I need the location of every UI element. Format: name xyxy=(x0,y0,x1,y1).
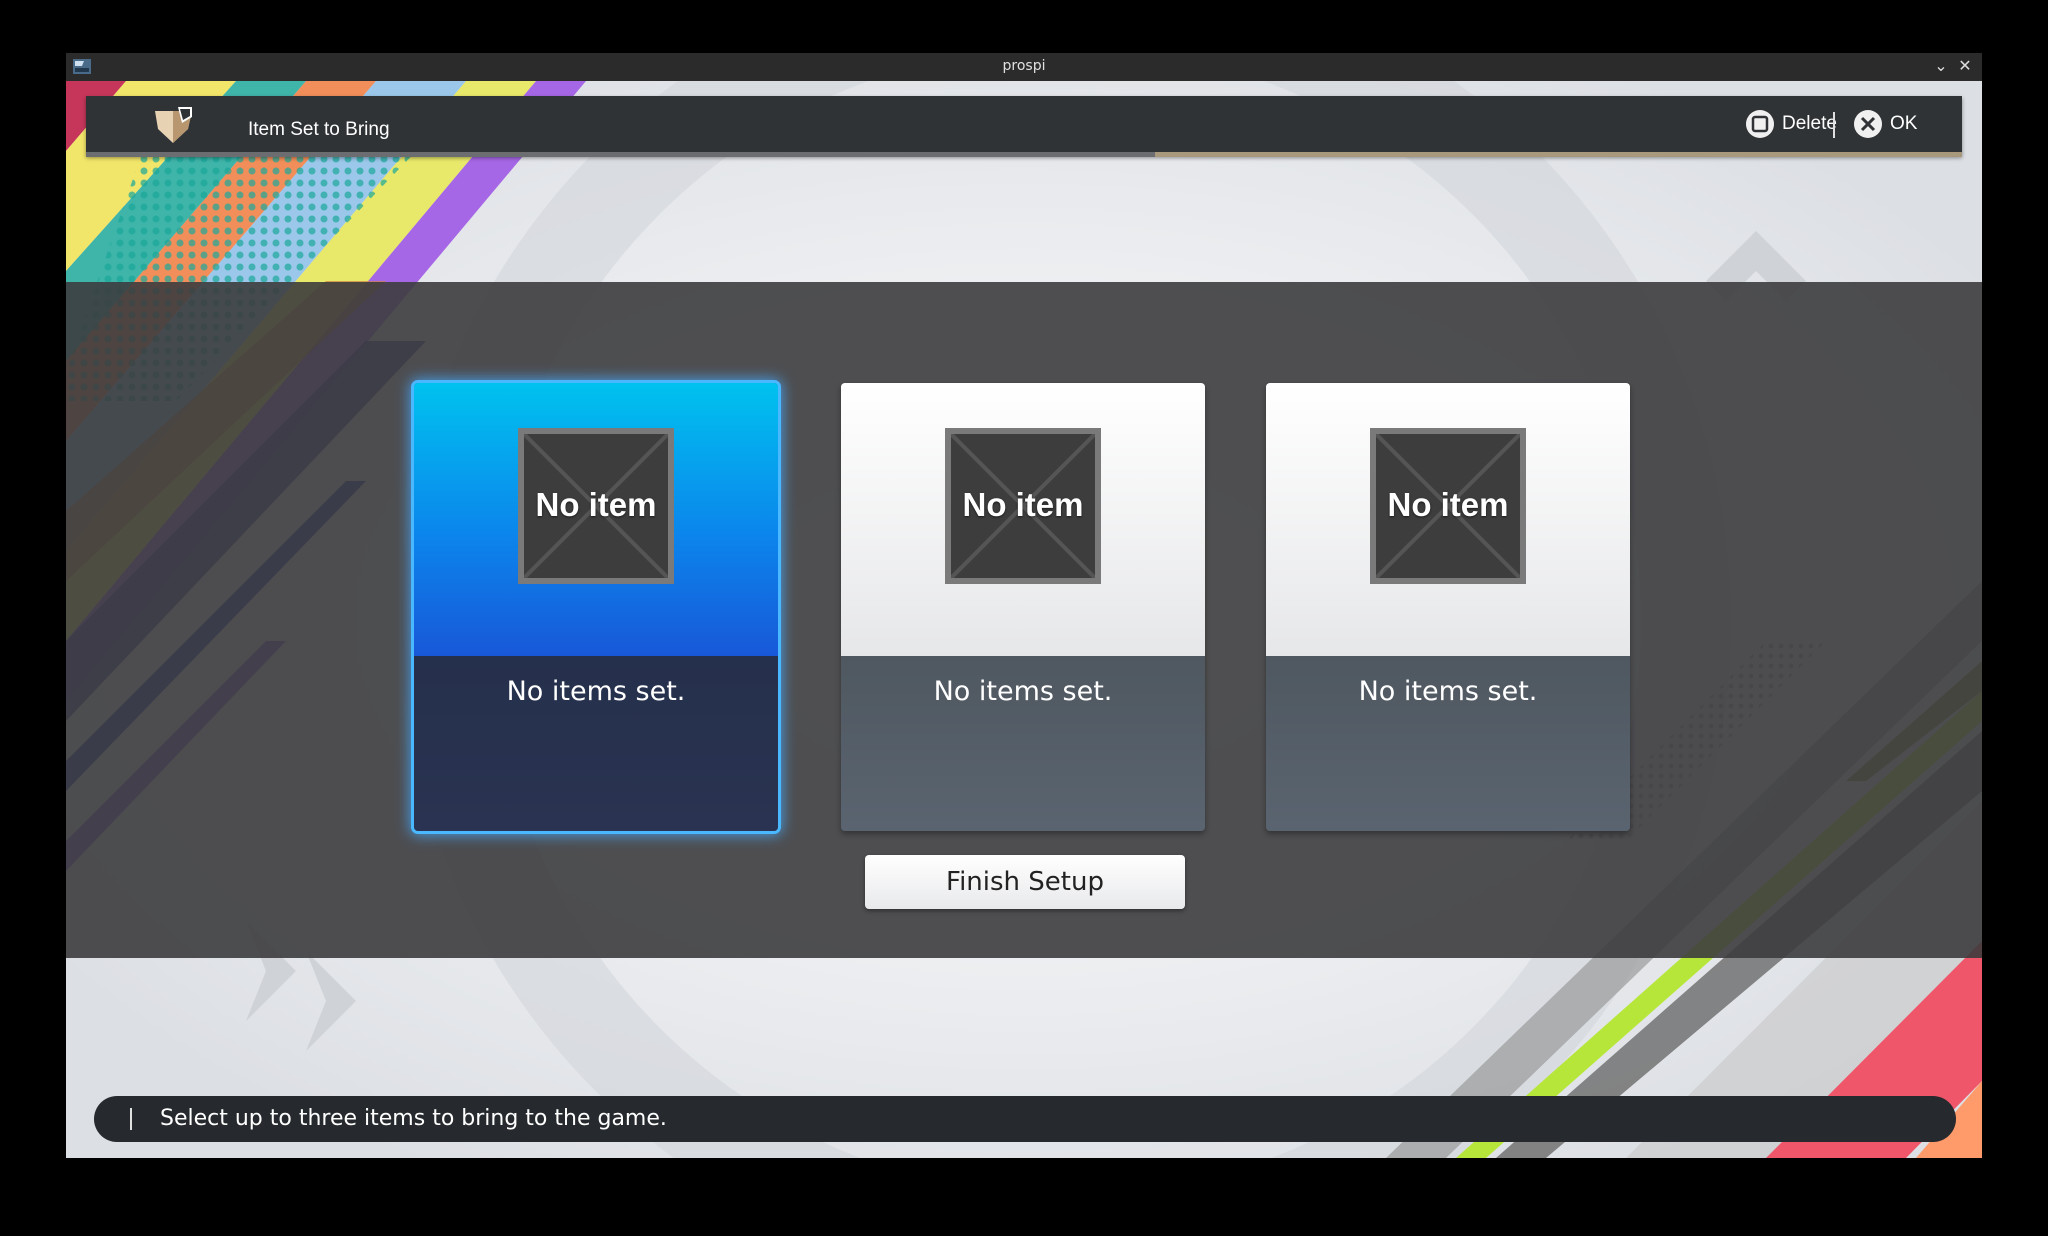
item-slot: No item xyxy=(1370,428,1526,584)
item-set-card-1[interactable]: No item No items set. xyxy=(414,383,778,831)
game-window: prospi ⌄ ✕ Item Set to Bring Delete OK N… xyxy=(66,53,1982,1158)
card-description: No items set. xyxy=(1358,676,1538,707)
ok-button[interactable]: OK xyxy=(1854,109,1917,139)
card-description: No items set. xyxy=(933,676,1113,707)
help-bar: Select up to three items to bring to the… xyxy=(94,1096,1956,1142)
item-set-card-2[interactable]: No item No items set. xyxy=(841,383,1205,831)
title-bar[interactable]: prospi ⌄ ✕ xyxy=(66,53,1982,81)
progress-fill xyxy=(1155,152,1962,157)
menu-title: Item Set to Bring xyxy=(248,119,390,140)
shield-icon xyxy=(155,107,192,143)
square-button-icon xyxy=(1746,110,1774,138)
header-divider xyxy=(1833,112,1835,138)
delete-label: Delete xyxy=(1782,113,1837,134)
help-caret xyxy=(130,1108,132,1130)
cross-button-icon xyxy=(1854,110,1882,138)
window-title: prospi xyxy=(1002,58,1046,74)
item-slot: No item xyxy=(945,428,1101,584)
finish-setup-button[interactable]: Finish Setup xyxy=(865,855,1185,909)
slot-label: No item xyxy=(1387,486,1509,523)
card-description: No items set. xyxy=(506,676,686,707)
ok-label: OK xyxy=(1890,113,1918,134)
slot-label: No item xyxy=(962,486,1084,523)
item-slot: No item xyxy=(518,428,674,584)
close-button[interactable]: ✕ xyxy=(1954,55,1976,77)
delete-button[interactable]: Delete xyxy=(1746,109,1837,139)
minimize-button[interactable]: ⌄ xyxy=(1930,55,1952,77)
game-screen: Item Set to Bring Delete OK No item No i… xyxy=(66,81,1982,1158)
help-text: Select up to three items to bring to the… xyxy=(160,1106,667,1131)
item-set-card-3[interactable]: No item No items set. xyxy=(1266,383,1630,831)
header-bar: Item Set to Bring Delete OK xyxy=(86,96,1962,157)
slot-label: No item xyxy=(535,486,657,523)
